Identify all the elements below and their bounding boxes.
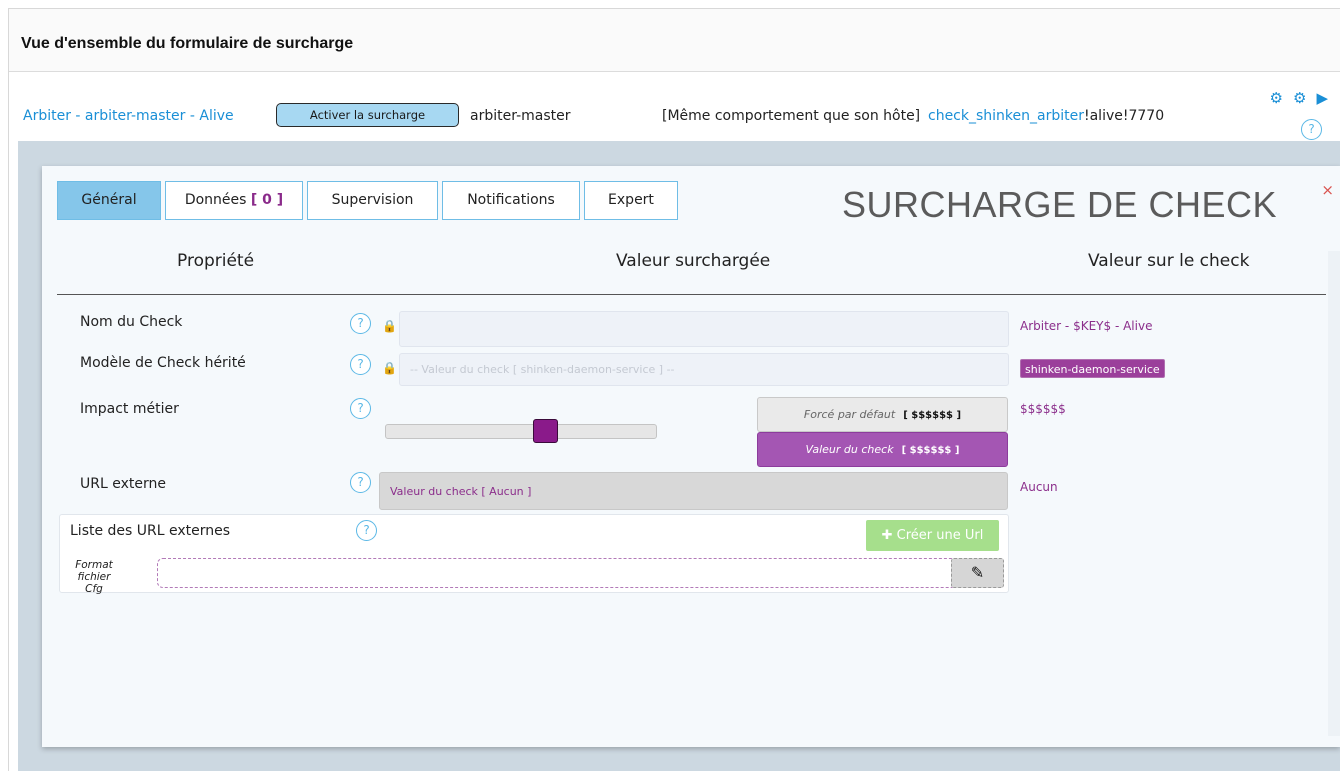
gear-refresh-icon[interactable]: ⚙	[1293, 90, 1306, 106]
check-value-value: [ $$$$$$ ]	[901, 445, 960, 456]
format-label: Format fichier Cfg	[68, 559, 120, 595]
command-text: check_shinken_arbiter!alive!7770	[928, 108, 1164, 124]
command-link[interactable]: check_shinken_arbiter	[928, 108, 1084, 124]
help-icon[interactable]: ?	[1301, 119, 1322, 140]
play-icon[interactable]: ▶	[1316, 90, 1328, 106]
tab-label: Expert	[608, 192, 654, 208]
tab-supervision[interactable]: Supervision	[307, 181, 438, 220]
help-icon[interactable]: ?	[356, 520, 377, 541]
external-url-check-value: Aucun	[1020, 480, 1058, 494]
help-icon[interactable]: ?	[350, 313, 371, 334]
check-value-name: Arbiter - $KEY$ - Alive	[1020, 319, 1153, 333]
format-label-line2: Cfg	[85, 583, 103, 595]
forced-value: [ $$$$$$ ]	[903, 410, 962, 421]
summary-actions: ⚙ ⚙ ▶	[1270, 90, 1328, 106]
impact-slider-thumb[interactable]	[533, 419, 558, 443]
lock-icon: 🔒	[382, 319, 397, 333]
property-label-url-list: Liste des URL externes	[70, 523, 231, 539]
check-value-button[interactable]: Valeur du check [ $$$$$$ ]	[757, 432, 1008, 467]
tab-label: Données	[184, 192, 247, 208]
override-panel: × Général Données [ 0 ] Supervision Noti…	[42, 166, 1340, 747]
column-header-property: Propriété	[177, 251, 255, 271]
tab-data[interactable]: Données [ 0 ]	[165, 181, 303, 220]
help-icon[interactable]: ?	[350, 472, 371, 493]
column-header-override: Valeur surchargée	[616, 251, 771, 271]
tab-count-badge: [ 0 ]	[250, 192, 284, 208]
check-name-input[interactable]	[399, 311, 1009, 347]
override-summary-row: Arbiter - arbiter-master - Alive Activer…	[9, 73, 1340, 141]
format-label-line1: Format fichier	[75, 559, 113, 583]
tab-label: Supervision	[331, 192, 414, 208]
template-placeholder: -- Valeur du check [ shinken-daemon-serv…	[410, 363, 675, 376]
tab-label: Notifications	[467, 192, 555, 208]
check-name-link[interactable]: Arbiter - arbiter-master - Alive	[23, 108, 234, 124]
tab-expert[interactable]: Expert	[584, 181, 678, 220]
external-url-list: Liste des URL externes ? ✚ Créer une Url…	[59, 514, 1009, 595]
property-label-check-name: Nom du Check	[80, 314, 183, 330]
impact-slider-track[interactable]	[385, 424, 657, 439]
page-title: Vue d'ensemble du formulaire de surcharg…	[21, 35, 354, 52]
plus-icon: ✚	[881, 528, 897, 543]
template-check-value-tag: shinken-daemon-service	[1020, 359, 1165, 378]
close-icon[interactable]: ×	[1321, 181, 1334, 199]
cfg-format-field[interactable]	[157, 558, 1004, 588]
command-args: !alive!7770	[1083, 108, 1165, 124]
create-url-label: Créer une Url	[896, 528, 984, 543]
header-divider	[57, 294, 1326, 295]
page-header: Vue d'ensemble du formulaire de surcharg…	[9, 9, 1340, 72]
forced-default-button[interactable]: Forcé par défaut [ $$$$$$ ]	[757, 397, 1008, 432]
scrollbar[interactable]	[1328, 251, 1340, 736]
host-name: arbiter-master	[470, 108, 571, 124]
property-label-template: Modèle de Check hérité	[80, 355, 246, 371]
external-url-input[interactable]: Valeur du check [ Aucun ]	[379, 472, 1008, 510]
panel-title: SURCHARGE DE CHECK	[842, 184, 1278, 225]
column-header-check-value: Valeur sur le check	[1088, 251, 1250, 271]
create-url-button[interactable]: ✚ Créer une Url	[866, 520, 999, 551]
tab-general[interactable]: Général	[57, 181, 161, 220]
behaviour-text: [Même comportement que son hôte]	[662, 108, 921, 124]
pencil-icon[interactable]: ✎	[951, 558, 1004, 588]
external-url-value: Valeur du check [ Aucun ]	[390, 485, 532, 498]
tab-bar: Général Données [ 0 ] Supervision Notifi…	[57, 181, 678, 220]
impact-check-value: $$$$$$	[1020, 402, 1066, 416]
property-label-external-url: URL externe	[80, 476, 166, 492]
help-icon[interactable]: ?	[350, 398, 371, 419]
tab-notifications[interactable]: Notifications	[442, 181, 580, 220]
gear-icon[interactable]: ⚙	[1270, 90, 1283, 106]
template-select[interactable]: -- Valeur du check [ shinken-daemon-serv…	[399, 353, 1009, 386]
check-value-label: Valeur du check	[805, 443, 894, 456]
activate-override-button[interactable]: Activer la surcharge	[276, 103, 459, 127]
tab-label: Général	[81, 192, 137, 208]
forced-label: Forcé par défaut	[803, 408, 896, 421]
property-label-impact: Impact métier	[80, 401, 179, 417]
help-icon[interactable]: ?	[350, 354, 371, 375]
lock-icon: 🔒	[382, 361, 397, 375]
